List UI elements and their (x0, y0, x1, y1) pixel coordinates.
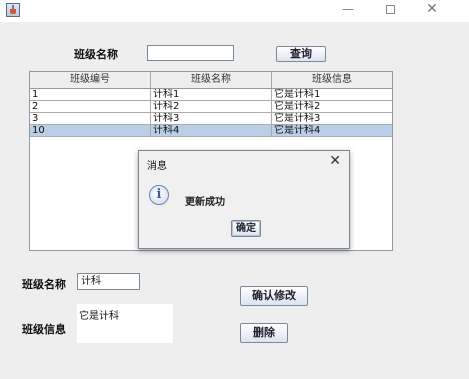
delete-button[interactable]: 删除 (240, 323, 288, 343)
table-row[interactable]: 2 计科2 它是计科2 (30, 101, 392, 113)
cell-name: 计科3 (151, 113, 272, 125)
column-header-id[interactable]: 班级编号 (30, 72, 151, 88)
cell-id: 1 (30, 89, 151, 101)
cell-id: 3 (30, 113, 151, 125)
column-header-name[interactable]: 班级名称 (151, 72, 272, 88)
class-info-textarea[interactable]: 它是计科 (77, 304, 173, 343)
class-info-label: 班级信息 (22, 323, 66, 336)
class-name-input[interactable]: 计科 (77, 273, 140, 290)
class-name-label: 班级名称 (22, 278, 66, 291)
cell-info: 它是计科2 (272, 101, 392, 113)
cell-info: 它是计科4 (272, 125, 392, 137)
maximize-icon (385, 5, 395, 14)
cell-name: 计科1 (151, 89, 272, 101)
cell-id: 10 (30, 125, 151, 137)
java-app-icon (6, 3, 20, 17)
cell-info: 它是计科3 (272, 113, 392, 125)
cell-name: 计科4 (151, 125, 272, 137)
info-icon: i (149, 185, 169, 205)
query-button[interactable]: 查询 (276, 46, 326, 62)
table-row[interactable]: 3 计科3 它是计科3 (30, 113, 392, 125)
close-window-button[interactable]: ✕ (418, 0, 446, 20)
cell-info: 它是计科1 (272, 89, 392, 101)
maximize-button[interactable] (376, 0, 404, 20)
table-row[interactable]: 1 计科1 它是计科1 (30, 89, 392, 101)
dialog-close-icon[interactable]: ✕ (329, 153, 341, 169)
table-header: 班级编号 班级名称 班级信息 (30, 72, 392, 89)
search-input[interactable] (147, 45, 234, 61)
search-label: 班级名称 (74, 48, 118, 61)
confirm-modify-button[interactable]: 确认修改 (240, 286, 308, 306)
table-row-selected[interactable]: 10 计科4 它是计科4 (30, 125, 392, 137)
message-dialog: 消息 ✕ i 更新成功 确定 (138, 150, 350, 249)
minimize-button[interactable]: — (334, 0, 362, 20)
cell-id: 2 (30, 101, 151, 113)
ok-button[interactable]: 确定 (231, 220, 261, 237)
column-header-info[interactable]: 班级信息 (272, 72, 392, 88)
cell-name: 计科2 (151, 101, 272, 113)
dialog-message: 更新成功 (185, 197, 225, 208)
dialog-title: 消息 (147, 161, 167, 172)
title-bar: — ✕ (0, 0, 469, 22)
